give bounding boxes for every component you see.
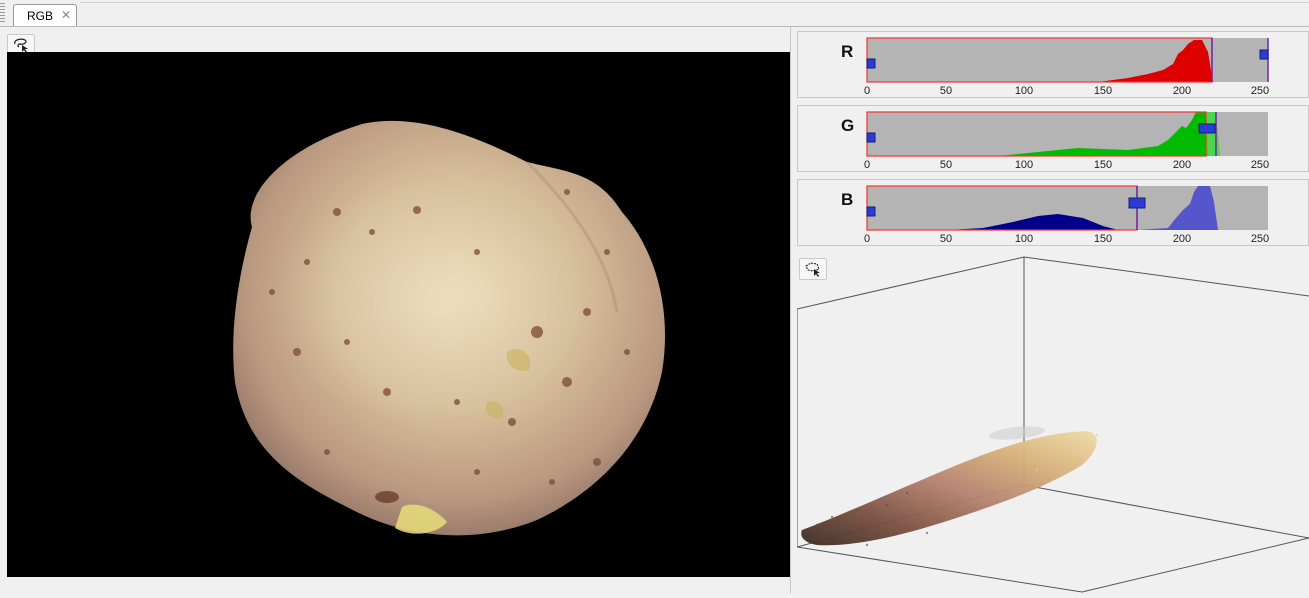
min-handle-r[interactable] bbox=[866, 58, 876, 69]
tick-g-50: 50 bbox=[940, 159, 952, 171]
histogram-b-plot: 0 50 100 150 200 250 bbox=[864, 185, 1269, 245]
tick-b-0: 0 bbox=[864, 233, 870, 245]
histogram-g: G 0 50 100 150 200 250 bbox=[797, 105, 1309, 172]
histogram-g-plot: 0 50 100 150 200 250 bbox=[864, 111, 1269, 171]
histogram-b: B 0 50 100 150 200 250 bbox=[797, 179, 1309, 246]
image-panel bbox=[0, 27, 791, 593]
max-handle-r[interactable] bbox=[1259, 49, 1269, 60]
image-viewport[interactable] bbox=[7, 52, 790, 577]
tick-r-150: 150 bbox=[1094, 85, 1112, 97]
tab-rgb[interactable]: RGB ✕ bbox=[13, 4, 77, 26]
tab-strip-rule bbox=[80, 2, 1309, 3]
close-icon[interactable]: ✕ bbox=[61, 8, 71, 22]
histogram-r-plot: 0 50 100 150 200 250 bbox=[864, 37, 1269, 97]
lasso-select-icon bbox=[805, 262, 820, 277]
max-handle-g[interactable] bbox=[1198, 123, 1216, 134]
tick-b-150: 150 bbox=[1094, 233, 1112, 245]
color-cloud bbox=[801, 431, 1097, 546]
tick-g-150: 150 bbox=[1094, 159, 1112, 171]
tick-r-50: 50 bbox=[940, 85, 952, 97]
tick-g-100: 100 bbox=[1015, 159, 1033, 171]
tick-b-250: 250 bbox=[1251, 233, 1269, 245]
tick-b-200: 200 bbox=[1173, 233, 1191, 245]
cloud-lasso-tool-button[interactable] bbox=[799, 258, 827, 280]
lasso-select-icon bbox=[14, 38, 28, 53]
tick-r-200: 200 bbox=[1173, 85, 1191, 97]
tick-r-0: 0 bbox=[864, 85, 870, 97]
tick-g-250: 250 bbox=[1251, 159, 1269, 171]
tick-g-0: 0 bbox=[864, 159, 870, 171]
potato-image bbox=[233, 120, 666, 536]
min-handle-b[interactable] bbox=[866, 206, 876, 217]
tick-b-50: 50 bbox=[940, 233, 952, 245]
max-handle-b[interactable] bbox=[1128, 197, 1146, 209]
tick-r-100: 100 bbox=[1015, 85, 1033, 97]
color-cloud-plot bbox=[796, 256, 1309, 593]
histogram-r: R 0 50 100 150 200 250 bbox=[797, 31, 1309, 98]
tab-rgb-label: RGB bbox=[27, 9, 54, 23]
tab-strip-grip[interactable] bbox=[0, 3, 5, 23]
color-cloud-panel[interactable] bbox=[796, 255, 1309, 593]
tick-r-250: 250 bbox=[1251, 85, 1269, 97]
min-handle-g[interactable] bbox=[866, 132, 876, 143]
tick-b-100: 100 bbox=[1015, 233, 1033, 245]
tab-strip: RGB ✕ bbox=[0, 0, 1309, 27]
tick-g-200: 200 bbox=[1173, 159, 1191, 171]
